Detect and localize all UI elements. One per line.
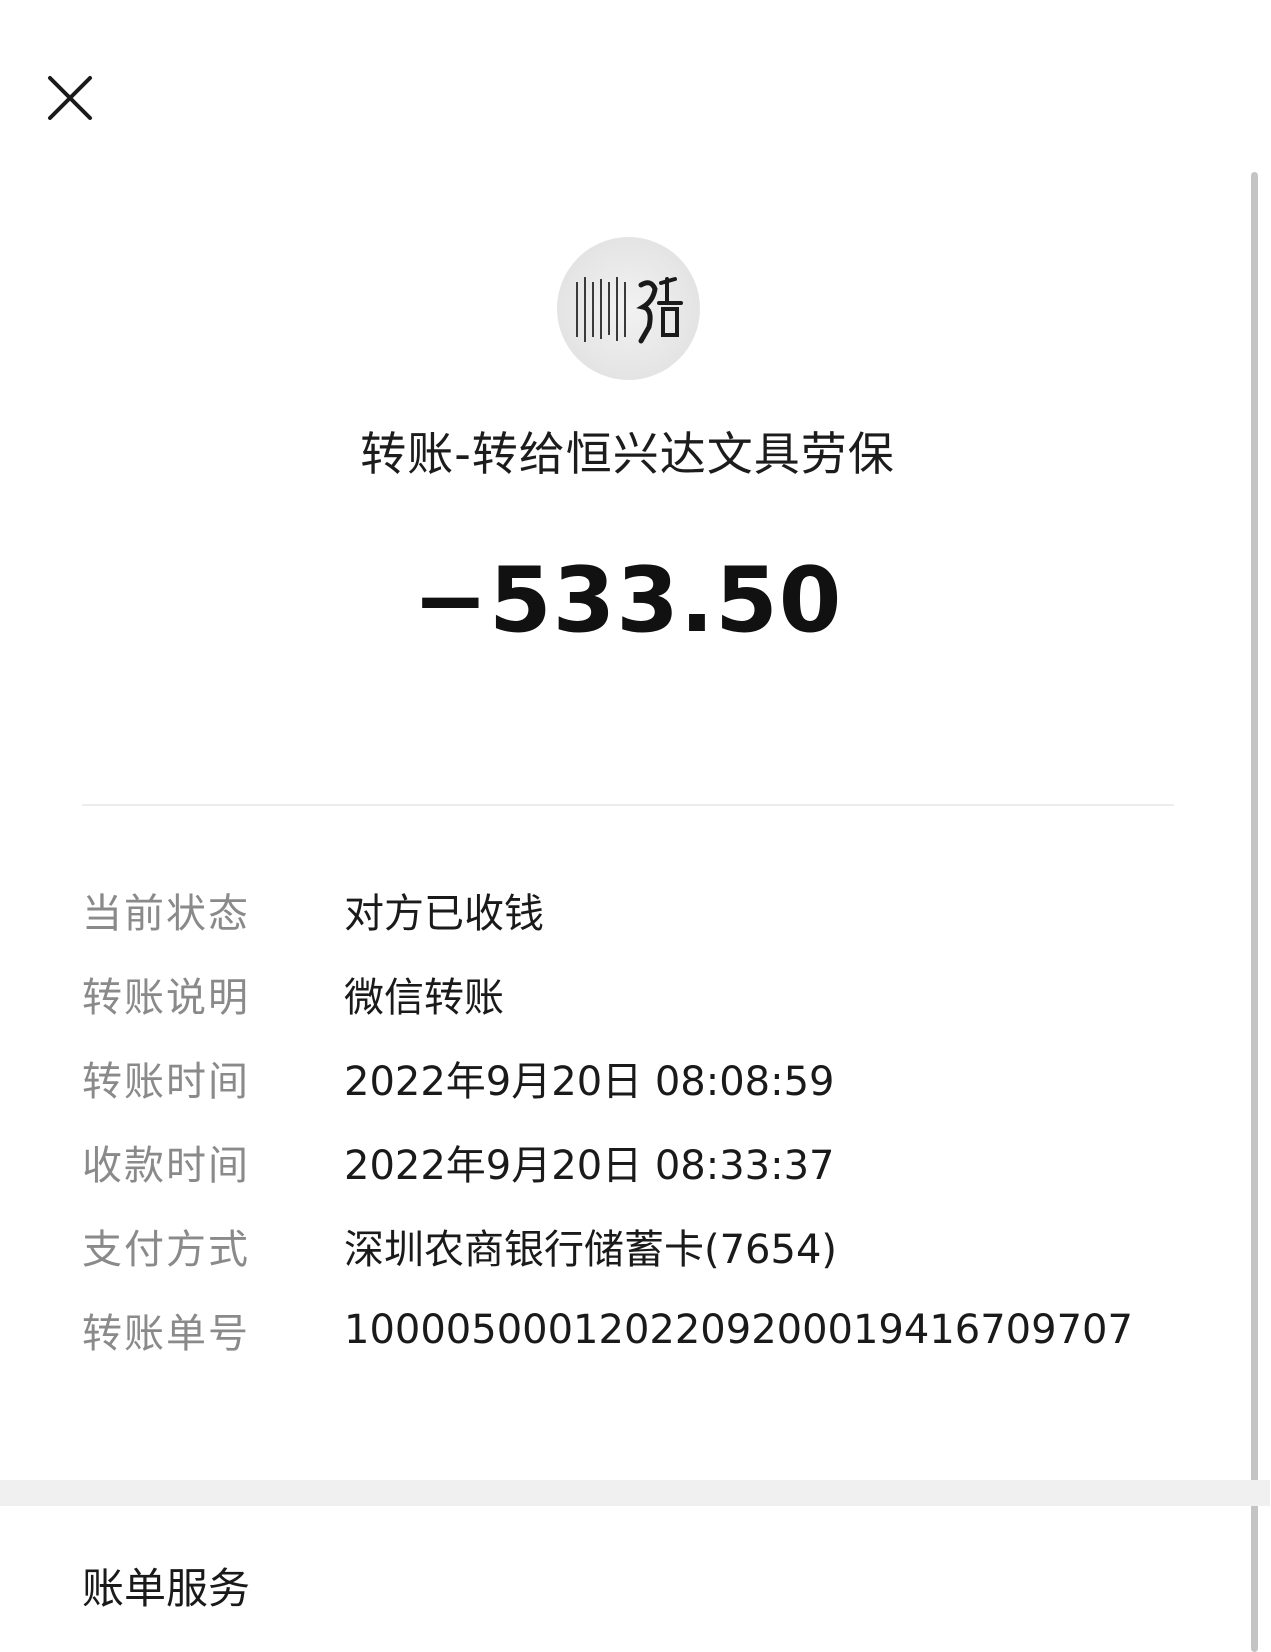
scrollbar[interactable] xyxy=(1251,172,1258,1652)
detail-row-transfer-id: 转账单号 1000050001202209200019416709707 xyxy=(82,1288,1242,1372)
close-icon xyxy=(48,76,92,120)
detail-label: 转账时间 xyxy=(82,1059,250,1105)
detail-row-payment-method: 支付方式 深圳农商银行储蓄卡(7654) xyxy=(82,1204,1242,1288)
detail-value: 2022年9月20日 08:08:59 xyxy=(344,1059,835,1105)
detail-value: 2022年9月20日 08:33:37 xyxy=(344,1143,835,1189)
detail-row-status: 当前状态 对方已收钱 xyxy=(82,868,1242,952)
detail-value: 微信转账 xyxy=(344,975,504,1021)
detail-label: 转账单号 xyxy=(82,1311,250,1357)
detail-label: 当前状态 xyxy=(82,891,250,937)
detail-row-description: 转账说明 微信转账 xyxy=(82,952,1242,1036)
divider xyxy=(82,804,1174,806)
close-button[interactable] xyxy=(40,68,100,128)
bill-service-link[interactable]: 账单服务 xyxy=(82,1555,250,1616)
section-separator xyxy=(0,1480,1270,1506)
merchant-avatar-icon xyxy=(557,237,700,380)
transfer-title: 转账-转给恒兴达文具劳保 xyxy=(360,427,895,481)
detail-row-transfer-time: 转账时间 2022年9月20日 08:08:59 xyxy=(82,1036,1242,1120)
detail-value: 对方已收钱 xyxy=(344,891,544,937)
detail-row-receive-time: 收款时间 2022年9月20日 08:33:37 xyxy=(82,1120,1242,1204)
detail-label: 收款时间 xyxy=(82,1143,250,1189)
transfer-amount: −533.50 xyxy=(412,548,843,653)
detail-label: 支付方式 xyxy=(82,1227,250,1273)
detail-label: 转账说明 xyxy=(82,975,250,1021)
detail-value: 深圳农商银行储蓄卡(7654) xyxy=(344,1227,838,1273)
detail-value: 1000050001202209200019416709707 xyxy=(344,1307,1133,1353)
transfer-details: 当前状态 对方已收钱 转账说明 微信转账 转账时间 2022年9月20日 08:… xyxy=(82,868,1242,1372)
